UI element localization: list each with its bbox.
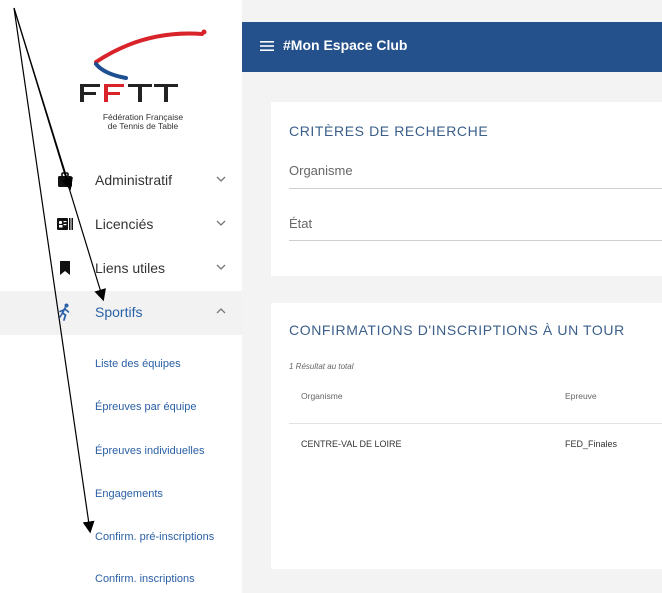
sidebar-subitem-label: Engagements (95, 488, 163, 500)
sidebar-subitem-confirm-inscriptions[interactable]: Confirm. inscriptions (0, 570, 242, 592)
sidebar-subitem-engagements[interactable]: Engagements (0, 485, 242, 507)
result-count: 1 Résultat au total (289, 362, 354, 371)
table-divider (289, 423, 662, 424)
search-criteria-card: CRITÈRES DE RECHERCHE Organisme État (271, 102, 662, 276)
organisme-underline (289, 188, 662, 189)
sidebar-subitem-label: Confirm. pré-inscriptions (95, 531, 215, 543)
sidebar-subitem-label: Liste des équipes (95, 358, 181, 370)
hamburger-menu-icon[interactable] (260, 40, 274, 52)
logo-subtitle: Fédération Française de Tennis de Table (88, 113, 198, 131)
sidebar-item-sportifs[interactable]: Sportifs (0, 291, 242, 335)
sidebar: Fédération Française de Tennis de Table … (0, 0, 242, 593)
sidebar-subitem-epreuves-equipe[interactable]: Épreuves par équipe (0, 398, 242, 420)
sidebar-item-label: Sportifs (95, 304, 143, 320)
sidebar-item-licencies[interactable]: Licenciés (0, 203, 242, 247)
organisme-label: Organisme (289, 163, 353, 178)
sidebar-item-label: Administratif (95, 172, 173, 188)
sidebar-subitem-confirm-pre-inscriptions[interactable]: Confirm. pré-inscriptions (0, 528, 242, 550)
sidebar-subitem-label: Épreuves par équipe (95, 401, 197, 413)
main-content: #Mon Espace Club CRITÈRES DE RECHERCHE O… (242, 0, 662, 593)
bookmark-icon (60, 261, 70, 275)
briefcase-icon (58, 172, 72, 187)
sidebar-item-liens-utiles[interactable]: Liens utiles (0, 247, 242, 291)
sidebar-item-label: Liens utiles (95, 260, 166, 276)
app-title: #Mon Espace Club (283, 37, 408, 53)
sidebar-item-label: Licenciés (95, 216, 154, 232)
chevron-down-icon (216, 176, 226, 182)
runner-icon (59, 303, 70, 321)
fftt-logo-graphic (80, 29, 207, 102)
chevron-down-icon (216, 264, 226, 270)
confirmations-card: CONFIRMATIONS D'INSCRIPTIONS À UN TOUR 1… (271, 303, 662, 569)
chevron-down-icon (216, 220, 226, 226)
cell-epreuve: FED_Finales (565, 439, 618, 449)
column-header-epreuve[interactable]: Epreuve (565, 391, 597, 401)
sidebar-item-administratif[interactable]: Administratif (0, 159, 242, 203)
sidebar-subitem-label: Épreuves individuelles (95, 445, 205, 457)
sidebar-subitem-epreuves-individuelles[interactable]: Épreuves individuelles (0, 442, 242, 464)
confirmations-title: CONFIRMATIONS D'INSCRIPTIONS À UN TOUR (289, 322, 625, 338)
fftt-logo: Fédération Française de Tennis de Table (74, 22, 214, 137)
cell-organisme: CENTRE-VAL DE LOIRE (301, 439, 402, 449)
sidebar-subitem-liste-equipes[interactable]: Liste des équipes (0, 355, 242, 377)
chevron-up-icon (216, 308, 226, 314)
logo-subtitle-line2: de Tennis de Table (107, 121, 179, 131)
top-bar: #Mon Espace Club (242, 22, 662, 72)
etat-underline (289, 240, 662, 241)
id-card-icon (57, 218, 73, 230)
criteria-title: CRITÈRES DE RECHERCHE (289, 123, 489, 139)
sidebar-subitem-label: Confirm. inscriptions (95, 573, 195, 585)
etat-label: État (289, 216, 313, 231)
column-header-organisme[interactable]: Organisme (301, 391, 343, 401)
